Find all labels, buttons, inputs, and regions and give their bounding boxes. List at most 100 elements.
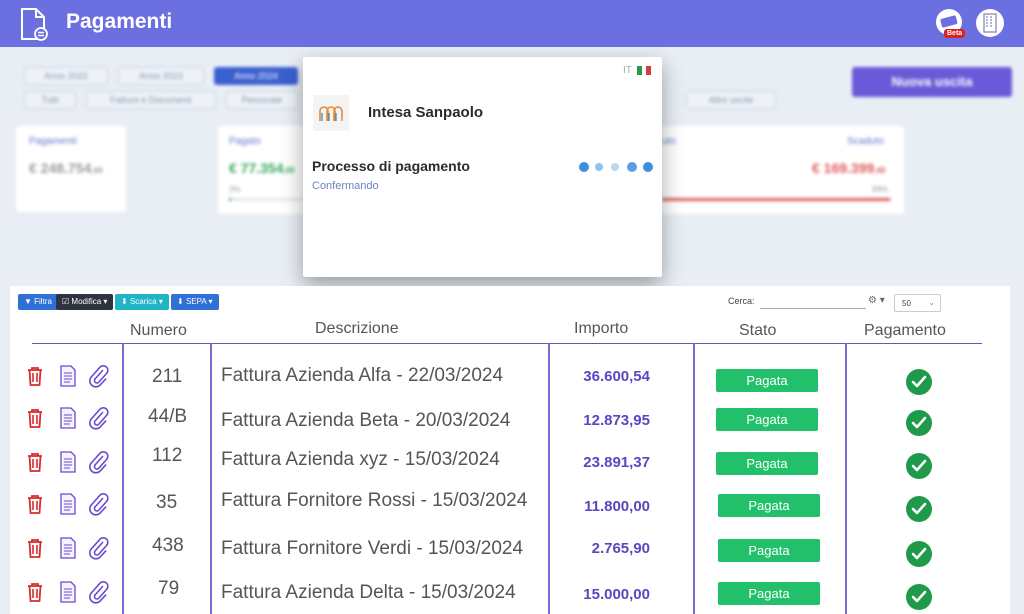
document-icon[interactable] xyxy=(59,493,77,515)
loading-dot xyxy=(627,162,637,172)
tab-staff[interactable]: Personale xyxy=(226,91,298,109)
card-payments-value: € 248.754,44 xyxy=(29,160,103,176)
document-icon[interactable] xyxy=(59,407,77,429)
bank-logo-icon xyxy=(313,95,349,131)
trash-icon[interactable] xyxy=(25,581,45,603)
table-row: 438 Fattura Fornitore Verdi - 15/03/2024… xyxy=(10,530,1010,574)
card-paid: Pagato € 77.354,00 3% xyxy=(218,126,306,214)
card-paid-percent: 3% xyxy=(229,185,241,194)
payment-check-icon xyxy=(906,410,932,436)
process-title: Processo di pagamento xyxy=(312,158,470,174)
trash-icon[interactable] xyxy=(25,451,45,473)
payment-check-icon xyxy=(906,496,932,522)
tab-invoices[interactable]: Fatture e Documenti xyxy=(86,91,216,109)
loading-dot xyxy=(579,162,589,172)
status-badge: Pagata xyxy=(716,408,818,431)
invoice-amount: 15.000,00 xyxy=(583,586,650,603)
status-badge: Pagata xyxy=(716,369,818,392)
column-header-description[interactable]: Descrizione xyxy=(315,320,399,338)
search-label: Cerca: xyxy=(728,296,755,306)
invoice-amount: 11.800,00 xyxy=(584,498,650,515)
trash-icon[interactable] xyxy=(25,537,45,559)
search-input[interactable] xyxy=(760,295,866,309)
column-header-number[interactable]: Numero xyxy=(130,322,187,340)
trash-icon[interactable] xyxy=(25,493,45,515)
card-payments-label: Pagamenti xyxy=(29,136,77,147)
column-header-status[interactable]: Stato xyxy=(739,322,776,340)
tab-year-2024[interactable]: Anno 2024 xyxy=(214,67,298,85)
sepa-button[interactable]: ⬇ SEPA ▾ xyxy=(171,294,219,310)
column-header-amount[interactable]: Importo xyxy=(574,320,628,338)
paperclip-icon[interactable] xyxy=(88,492,110,516)
invoice-amount: 2.765,90 xyxy=(591,540,650,557)
invoice-amount: 36.600,54 xyxy=(583,368,650,385)
invoice-description: Fattura Azienda Delta - 15/03/2024 xyxy=(221,582,516,603)
document-icon[interactable] xyxy=(59,537,77,559)
per-page-select[interactable]: 50 ⌄ xyxy=(894,294,941,312)
tab-year-2023[interactable]: Anno 2023 xyxy=(118,67,204,85)
beta-feature-button[interactable]: Beta xyxy=(936,9,966,39)
invoice-amount: 12.873,95 xyxy=(583,412,650,429)
card-overdue: uto Scaduto € 169.399,40 99% xyxy=(660,126,904,214)
card-partial-label: uto xyxy=(662,136,676,147)
document-icon[interactable] xyxy=(59,581,77,603)
invoice-description: Fattura Azienda Beta - 20/03/2024 xyxy=(221,410,511,431)
paperclip-icon[interactable] xyxy=(88,450,110,474)
invoice-number: 112 xyxy=(152,445,183,466)
invoice-number: 35 xyxy=(156,492,178,513)
invoice-description: Fattura Azienda xyz - 15/03/2024 xyxy=(221,449,500,470)
new-expense-button[interactable]: Nuova uscita xyxy=(852,67,1012,97)
tab-year-2022[interactable]: Anno 2022 xyxy=(24,67,108,85)
status-badge: Pagata xyxy=(716,452,818,475)
document-icon[interactable] xyxy=(59,365,77,387)
paperclip-icon[interactable] xyxy=(88,536,110,560)
invoice-description: Fattura Fornitore Verdi - 15/03/2024 xyxy=(221,538,524,559)
paperclip-icon[interactable] xyxy=(88,580,110,604)
process-status: Confermando xyxy=(312,180,379,192)
card-paid-label: Pagato xyxy=(229,136,261,147)
table-row: 79 Fattura Azienda Delta - 15/03/2024 15… xyxy=(10,574,1010,614)
invoice-number: 44/B xyxy=(148,406,188,427)
italy-flag-icon[interactable] xyxy=(637,66,652,75)
header-divider xyxy=(32,343,982,344)
loading-indicator xyxy=(579,161,655,173)
tab-other-expenses[interactable]: Altre uscite xyxy=(686,91,776,109)
payment-check-icon xyxy=(906,369,932,395)
card-overdue-value: € 169.399,40 xyxy=(812,160,886,176)
loading-dot xyxy=(643,162,653,172)
invoice-number: 211 xyxy=(152,366,183,387)
settings-gear-icon[interactable]: ⚙ ▾ xyxy=(868,295,885,306)
payments-table-panel: ▼ Filtra ☑ Modifica ▾ ⬇ Scarica ▾ ⬇ SEPA… xyxy=(10,286,1010,614)
paperclip-icon[interactable] xyxy=(88,364,110,388)
loading-dot xyxy=(595,163,603,171)
table-row: 35 Fattura Fornitore Rossi - 15/03/2024 … xyxy=(10,486,1010,530)
invoice-description: Fattura Azienda Alfa - 22/03/2024 xyxy=(221,365,504,386)
card-overdue-label: Scaduto xyxy=(847,136,884,147)
column-header-payment[interactable]: Pagamento xyxy=(864,322,946,340)
trash-icon[interactable] xyxy=(25,365,45,387)
invoice-description: Fattura Fornitore Rossi - 15/03/2024 xyxy=(221,490,528,511)
payment-check-icon xyxy=(906,584,932,610)
payment-process-modal: IT Intesa Sanpaolo Processo di pagamento… xyxy=(303,57,662,277)
status-badge: Pagata xyxy=(718,539,820,562)
download-button[interactable]: ⬇ Scarica ▾ xyxy=(115,294,169,310)
card-overdue-progress xyxy=(662,198,890,201)
document-icon[interactable] xyxy=(59,451,77,473)
top-bar: Pagamenti Beta xyxy=(0,0,1024,47)
table-row: 44/B Fattura Azienda Beta - 20/03/2024 1… xyxy=(10,400,1010,444)
payment-check-icon xyxy=(906,453,932,479)
card-payments: Pagamenti € 248.754,44 xyxy=(16,126,126,212)
card-paid-track xyxy=(229,198,306,201)
card-paid-value: € 77.354,00 xyxy=(229,160,295,176)
tab-all[interactable]: Tutti xyxy=(24,91,76,109)
trash-icon[interactable] xyxy=(25,407,45,429)
status-badge: Pagata xyxy=(718,582,820,605)
chevron-down-icon: ⌄ xyxy=(928,298,935,307)
company-button[interactable] xyxy=(976,9,1004,37)
status-badge: Pagata xyxy=(718,494,820,517)
filter-button[interactable]: ▼ Filtra xyxy=(18,294,58,310)
modify-button[interactable]: ☑ Modifica ▾ xyxy=(56,294,114,310)
bank-name: Intesa Sanpaolo xyxy=(368,104,484,121)
paperclip-icon[interactable] xyxy=(88,406,110,430)
language-label[interactable]: IT xyxy=(623,65,632,76)
